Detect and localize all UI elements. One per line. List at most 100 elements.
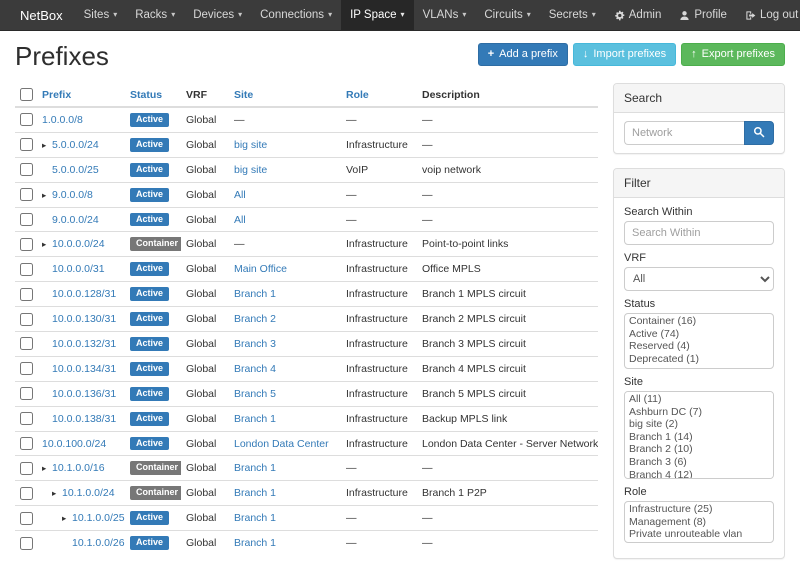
row-checkbox[interactable] (20, 487, 33, 500)
column-sort-link[interactable]: Status (130, 89, 162, 101)
row-checkbox[interactable] (20, 163, 33, 176)
prefix-link[interactable]: 9.0.0.0/24 (52, 214, 99, 226)
site-link[interactable]: All (234, 189, 246, 201)
filter-option[interactable]: Branch 4 (12) (626, 469, 772, 479)
prefix-link[interactable]: 10.0.0.138/31 (52, 413, 116, 425)
export-prefixes-button[interactable]: ↑Export prefixes (681, 43, 785, 66)
prefix-link[interactable]: 10.0.0.0/24 (52, 238, 105, 250)
nav-item-admin[interactable]: Admin (605, 0, 671, 30)
site-link[interactable]: big site (234, 164, 267, 176)
site-select[interactable]: All (11)Ashburn DC (7)big site (2) Branch… (624, 391, 774, 479)
site-link[interactable]: Branch 1 (234, 413, 276, 425)
prefix-link[interactable]: 10.1.0.0/24 (62, 487, 115, 499)
row-checkbox[interactable] (20, 437, 33, 450)
column-header-prefix[interactable]: Prefix (37, 83, 125, 107)
prefix-link[interactable]: 10.0.0.128/31 (52, 288, 116, 300)
nav-item-secrets[interactable]: Secrets▾ (540, 0, 605, 30)
nav-item-vlans[interactable]: VLANs▾ (414, 0, 476, 30)
site-link[interactable]: Branch 1 (234, 288, 276, 300)
filter-option[interactable]: Ashburn DC (7) (626, 406, 772, 419)
expand-toggle-icon[interactable]: ▸ (42, 463, 52, 474)
prefix-link[interactable]: 10.0.0.0/31 (52, 263, 105, 275)
site-link[interactable]: London Data Center (234, 438, 329, 450)
row-checkbox[interactable] (20, 412, 33, 425)
expand-toggle-icon[interactable]: ▸ (42, 239, 52, 250)
nav-item-connections[interactable]: Connections▾ (251, 0, 341, 30)
nav-item-devices[interactable]: Devices▾ (184, 0, 251, 30)
row-checkbox[interactable] (20, 462, 33, 475)
nav-item-racks[interactable]: Racks▾ (126, 0, 184, 30)
column-sort-link[interactable]: Site (234, 89, 253, 101)
search-within-input[interactable] (624, 221, 774, 245)
row-checkbox[interactable] (20, 288, 33, 301)
filter-option[interactable]: Infrastructure (25) (626, 503, 772, 516)
prefix-link[interactable]: 5.0.0.0/24 (52, 139, 99, 151)
prefix-link[interactable]: 10.1.0.0/26 (72, 537, 125, 549)
filter-option[interactable]: Management (8) (626, 516, 772, 529)
row-checkbox[interactable] (20, 238, 33, 251)
row-checkbox[interactable] (20, 213, 33, 226)
column-header-site[interactable]: Site (229, 83, 341, 107)
site-link[interactable]: Branch 5 (234, 388, 276, 400)
filter-option[interactable]: All (11) (626, 393, 772, 406)
vrf-select[interactable]: All (624, 267, 774, 291)
brand-logo[interactable]: NetBox (8, 0, 75, 30)
site-link[interactable]: big site (234, 139, 267, 151)
site-link[interactable]: Branch 3 (234, 338, 276, 350)
column-sort-link[interactable]: Role (346, 89, 369, 101)
prefix-link[interactable]: 10.1.0.0/16 (52, 462, 105, 474)
prefix-link[interactable]: 5.0.0.0/25 (52, 164, 99, 176)
prefix-link[interactable]: 10.0.100.0/24 (42, 438, 106, 450)
site-link[interactable]: Branch 1 (234, 462, 276, 474)
column-header-status[interactable]: Status (125, 83, 181, 107)
nav-item-sites[interactable]: Sites▾ (75, 0, 127, 30)
expand-toggle-icon[interactable]: ▸ (42, 190, 52, 201)
import-prefixes-button[interactable]: ↓Import prefixes (573, 43, 676, 66)
column-sort-link[interactable]: Prefix (42, 89, 71, 101)
prefix-link[interactable]: 1.0.0.0/8 (42, 114, 83, 126)
prefix-link[interactable]: 9.0.0.0/8 (52, 189, 93, 201)
site-link[interactable]: Branch 4 (234, 363, 276, 375)
row-checkbox[interactable] (20, 138, 33, 151)
site-link[interactable]: Branch 2 (234, 313, 276, 325)
prefix-link[interactable]: 10.0.0.134/31 (52, 363, 116, 375)
filter-option[interactable]: Container (16) (626, 315, 772, 328)
filter-option[interactable]: Branch 2 (10) (626, 443, 772, 456)
filter-option[interactable]: big site (2) (626, 418, 772, 431)
filter-option[interactable]: Branch 3 (6) (626, 456, 772, 469)
row-checkbox[interactable] (20, 337, 33, 350)
filter-option[interactable]: Reserved (4) (626, 340, 772, 353)
filter-option[interactable]: Active (74) (626, 328, 772, 341)
nav-item-log-out[interactable]: Log out (736, 0, 800, 30)
column-header-role[interactable]: Role (341, 83, 417, 107)
search-input[interactable] (624, 121, 744, 145)
add-a-prefix-button[interactable]: +Add a prefix (478, 43, 568, 66)
expand-toggle-icon[interactable]: ▸ (42, 140, 52, 151)
row-checkbox[interactable] (20, 512, 33, 525)
expand-toggle-icon[interactable]: ▸ (62, 513, 72, 524)
nav-item-circuits[interactable]: Circuits▾ (475, 0, 539, 30)
prefix-link[interactable]: 10.1.0.0/25 (72, 512, 125, 524)
row-checkbox[interactable] (20, 313, 33, 326)
status-select[interactable]: Container (16)Active (74)Reserved (4)Dep… (624, 313, 774, 369)
row-checkbox[interactable] (20, 362, 33, 375)
site-link[interactable]: All (234, 214, 246, 226)
select-all-checkbox[interactable] (20, 88, 33, 101)
row-checkbox[interactable] (20, 537, 33, 550)
site-link[interactable]: Branch 1 (234, 537, 276, 549)
prefix-link[interactable]: 10.0.0.132/31 (52, 338, 116, 350)
nav-item-ip-space[interactable]: IP Space▾ (341, 0, 413, 30)
site-link[interactable]: Main Office (234, 263, 287, 275)
search-button[interactable] (744, 121, 774, 145)
filter-option[interactable]: Private unrouteable vlan (626, 528, 772, 541)
row-checkbox[interactable] (20, 263, 33, 276)
role-select[interactable]: Infrastructure (25)Management (8)Private… (624, 501, 774, 543)
prefix-link[interactable]: 10.0.0.136/31 (52, 388, 116, 400)
row-checkbox[interactable] (20, 188, 33, 201)
site-link[interactable]: Branch 1 (234, 487, 276, 499)
prefix-link[interactable]: 10.0.0.130/31 (52, 313, 116, 325)
filter-option[interactable]: Deprecated (1) (626, 353, 772, 366)
site-link[interactable]: Branch 1 (234, 512, 276, 524)
expand-toggle-icon[interactable]: ▸ (52, 488, 62, 499)
nav-item-profile[interactable]: Profile (670, 0, 736, 30)
